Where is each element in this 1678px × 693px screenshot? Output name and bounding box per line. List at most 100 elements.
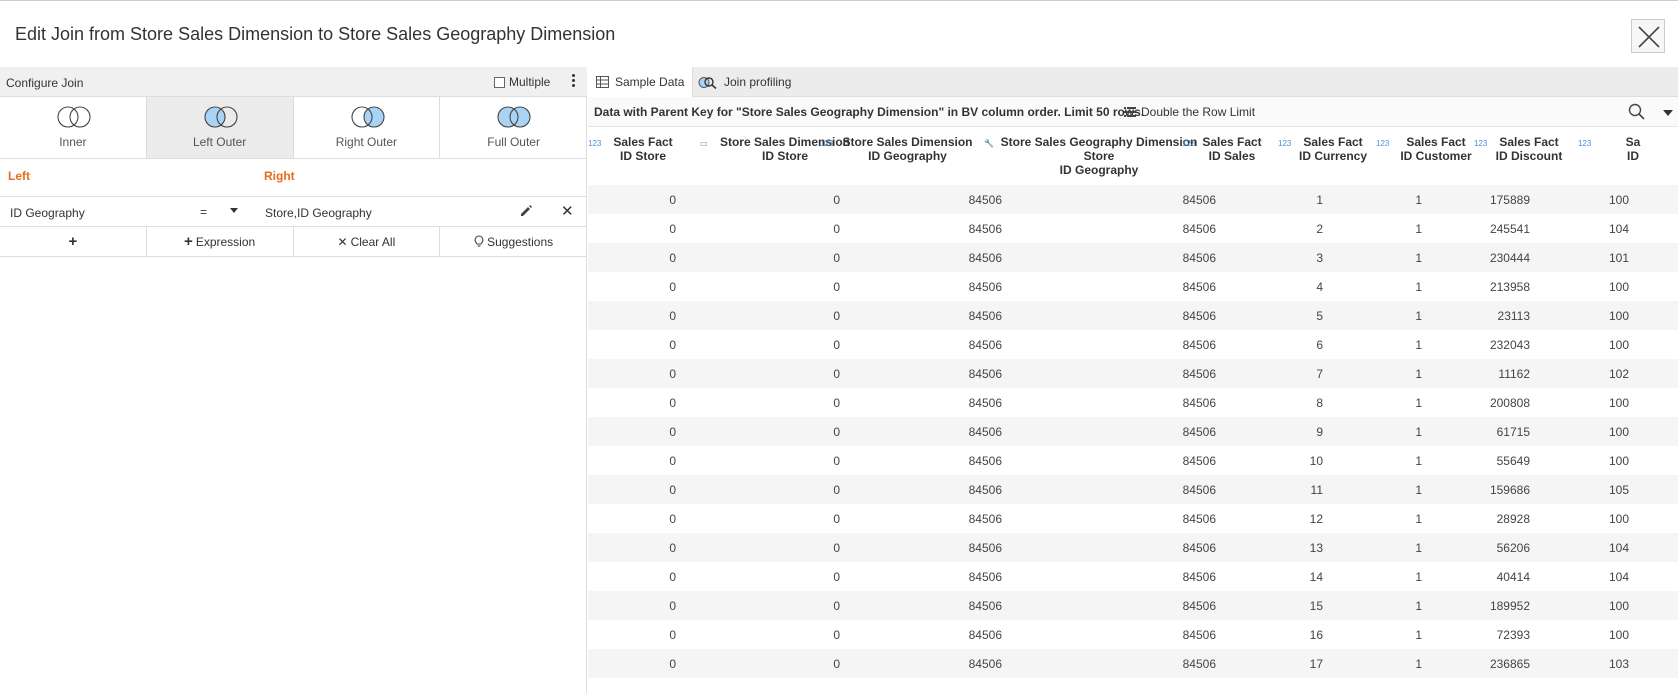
table-cell: 230444: [1489, 251, 1530, 265]
close-button[interactable]: [1631, 19, 1665, 53]
table-cell: 100: [1608, 454, 1629, 468]
table-cell: 84506: [968, 483, 1002, 497]
double-row-limit-button[interactable]: Double the Row Limit: [1124, 105, 1255, 119]
condition-right-field[interactable]: Store,ID Geography: [265, 206, 372, 220]
clear-all-button[interactable]: ✕ Clear All: [294, 227, 441, 256]
operator-dropdown-icon[interactable]: [230, 208, 238, 213]
table-cell: 104: [1608, 541, 1629, 555]
configure-join-title: Configure Join: [6, 76, 84, 90]
table-row[interactable]: 0 0 84506 84506 11 1 159686 105: [588, 475, 1678, 504]
column-header-line: ID Geography: [1059, 163, 1139, 177]
table-cell: 1: [1415, 570, 1422, 584]
table-cell: 0: [833, 280, 840, 294]
table-cell: 1: [1415, 657, 1422, 671]
table-row[interactable]: 0 0 84506 84506 8 1 200808 100: [588, 388, 1678, 417]
column-header-line: Store: [1083, 149, 1115, 163]
table-row[interactable]: 0 0 84506 84506 17 1 236865 103: [588, 649, 1678, 678]
suggestions-label: Suggestions: [487, 234, 554, 249]
join-type-inner[interactable]: Inner: [0, 97, 147, 158]
table-row[interactable]: 0 0 84506 84506 13 1 56206 104: [588, 533, 1678, 562]
table-cell: 0: [833, 599, 840, 613]
more-options-icon[interactable]: [568, 72, 578, 92]
table-cell: 1: [1415, 396, 1422, 410]
table-cell: 84506: [1182, 222, 1216, 236]
condition-operator[interactable]: =: [200, 205, 207, 219]
title-bar: Edit Join from Store Sales Dimension to …: [0, 1, 1678, 67]
column-header-line: Sa: [1625, 135, 1641, 149]
tab-sample-data[interactable]: Sample Data: [588, 67, 694, 97]
column-header[interactable]: 🔧 Store Sales Geography Dimension Store ID …: [984, 135, 1214, 177]
table-row[interactable]: 0 0 84506 84506 3 1 230444 101: [588, 243, 1678, 272]
join-type-right-outer[interactable]: Right Outer: [294, 97, 441, 158]
column-header-line: ID Store: [619, 149, 666, 163]
table-row[interactable]: 0 0 84506 84506 1 1 175889 100: [588, 185, 1678, 214]
table-cell: 102: [1608, 367, 1629, 381]
join-type-left-outer[interactable]: Left Outer: [146, 97, 294, 158]
venn-icon: [57, 106, 91, 128]
column-header-line: Sales Fact: [1303, 135, 1363, 149]
table-row[interactable]: 0 0 84506 84506 2 1 245541 104: [588, 214, 1678, 243]
table-row[interactable]: 0 0 84506 84506 16 1 72393 100: [588, 620, 1678, 649]
table-row[interactable]: 0 0 84506 84506 15 1 189952 100: [588, 591, 1678, 620]
condition-left-field[interactable]: ID Geography: [10, 206, 85, 220]
column-header-line: Store Sales Geography Dimension: [1000, 135, 1198, 149]
table-cell: 84506: [1182, 599, 1216, 613]
table-cell: 0: [669, 367, 676, 381]
table-cell: 84506: [1182, 541, 1216, 555]
left-label: Left: [8, 169, 30, 183]
table-cell: 61715: [1496, 425, 1530, 439]
table-cell: 84506: [1182, 367, 1216, 381]
table-cell: 84506: [968, 338, 1002, 352]
multiple-checkbox[interactable]: [494, 76, 505, 88]
table-cell: 84506: [1182, 483, 1216, 497]
numeric-icon: 123: [588, 139, 602, 148]
tab-join-profiling[interactable]: Join profiling: [690, 67, 799, 97]
expression-button[interactable]: + Expression: [147, 227, 294, 256]
table-row[interactable]: 0 0 84506 84506 4 1 213958 100: [588, 272, 1678, 301]
table-row[interactable]: 0 0 84506 84506 12 1 28928 100: [588, 504, 1678, 533]
table-cell: 0: [669, 541, 676, 555]
chevron-down-icon[interactable]: [1663, 110, 1673, 116]
column-header-line: Store Sales Dimension: [842, 135, 973, 149]
multiple-toggle[interactable]: Multiple: [494, 75, 550, 89]
table-row[interactable]: 0 0 84506 84506 9 1 61715 100: [588, 417, 1678, 446]
column-header[interactable]: 123 Sales Fact ID Discount: [1474, 135, 1584, 163]
table-cell: 84506: [1182, 657, 1216, 671]
table-row[interactable]: 0 0 84506 84506 14 1 40414 104: [588, 562, 1678, 591]
multiple-label: Multiple: [509, 75, 551, 89]
join-type-full-outer[interactable]: Full Outer: [440, 97, 587, 158]
table-cell: 84506: [968, 251, 1002, 265]
table-cell: 11: [1310, 483, 1323, 497]
table-row[interactable]: 0 0 84506 84506 6 1 232043 100: [588, 330, 1678, 359]
table-cell: 1: [1316, 193, 1323, 207]
column-header[interactable]: 123 Sales Fact ID Currency: [1278, 135, 1388, 163]
join-condition-row: ID Geography = Store,ID Geography ✕: [0, 197, 587, 227]
clear-all-label: Clear All: [350, 234, 396, 249]
table-row[interactable]: 0 0 84506 84506 10 1 55649 100: [588, 446, 1678, 475]
table-row[interactable]: 0 0 84506 84506 5 1 23113 100: [588, 301, 1678, 330]
column-header[interactable]: 123 Sa ID: [1578, 135, 1678, 163]
table-cell: 0: [833, 628, 840, 642]
search-icon[interactable]: [1628, 103, 1646, 121]
remove-condition-icon[interactable]: ✕: [561, 202, 574, 220]
tab-sample-data-label: Sample Data: [615, 75, 685, 89]
table-row[interactable]: 0 0 84506 84506 7 1 11162 102: [588, 359, 1678, 388]
pencil-icon[interactable]: [519, 204, 533, 218]
add-condition-button[interactable]: +: [0, 227, 147, 256]
column-header[interactable]: 123 Sales Fact ID Sales: [1182, 135, 1282, 163]
table-cell: 0: [669, 483, 676, 497]
table-cell: 175889: [1489, 193, 1530, 207]
column-header-line: ID Geography: [868, 149, 947, 163]
table-cell: 84506: [1182, 338, 1216, 352]
grid-rows: 0 0 84506 84506 1 1 175889 100 0 0 84506 84506 2 1 245…: [588, 185, 1678, 678]
column-header[interactable]: 123 Store Sales Dimension ID Geography: [820, 135, 995, 163]
table-cell: 84506: [1182, 628, 1216, 642]
column-header[interactable]: 123 Sales Fact ID Store: [588, 135, 698, 163]
numeric-icon: 123: [1578, 139, 1592, 148]
suggestions-button[interactable]: Suggestions: [440, 227, 587, 256]
venn-icon: [497, 106, 531, 128]
table-cell: 0: [833, 512, 840, 526]
data-tabs: Sample Data Join profiling: [588, 67, 1678, 97]
table-cell: 7: [1316, 367, 1323, 381]
table-cell: 10: [1309, 454, 1323, 468]
